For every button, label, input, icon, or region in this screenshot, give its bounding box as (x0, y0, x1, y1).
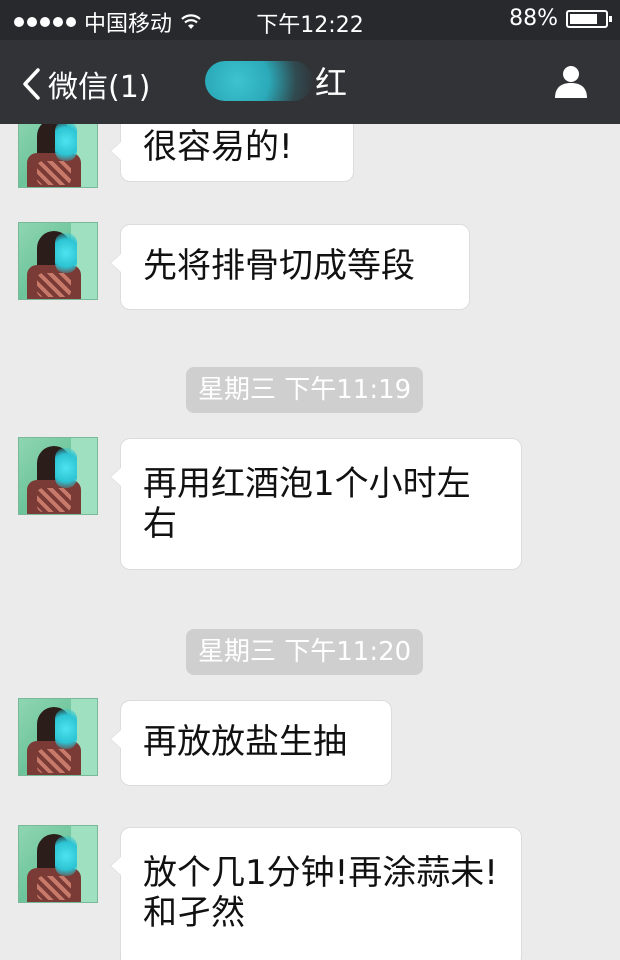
back-label: 微信(1) (48, 70, 151, 105)
redacted-name (205, 61, 313, 101)
timestamp-label: 星期三 下午11:20 (186, 629, 424, 675)
message-text: 再放放盐生抽 (143, 722, 347, 762)
message-text: 很容易的! (143, 127, 293, 167)
battery-percent: 88% (509, 6, 558, 31)
status-bar: 中国移动 下午12:22 88% (0, 0, 620, 40)
message-text: 再用红酒泡1个小时左右 (143, 464, 471, 544)
timestamp-label: 星期三 下午11:19 (186, 367, 424, 413)
message-bubble[interactable]: 再放放盐生抽 (110, 700, 392, 786)
navigation-bar: 微信(1) 红 (0, 40, 620, 124)
message-bubble[interactable]: 先将排骨切成等段 (110, 224, 470, 310)
message-bubble[interactable]: 再用红酒泡1个小时左右 (110, 438, 522, 570)
status-right: 88% (509, 6, 612, 31)
message-bubble[interactable]: 放个几1分钟!再涂蒜未!和孑然 (110, 827, 522, 960)
contact-avatar[interactable] (18, 825, 98, 903)
chat-title-text: 红 (315, 64, 348, 102)
message-text: 先将排骨切成等段 (143, 246, 415, 286)
contact-avatar[interactable] (18, 222, 98, 300)
chat-title: 红 (205, 58, 347, 104)
contact-avatar[interactable] (18, 437, 98, 515)
message-text: 放个几1分钟!再涂蒜未!和孑然 (143, 853, 498, 933)
chevron-left-icon (23, 68, 40, 100)
battery-icon (566, 9, 612, 28)
contact-avatar[interactable] (18, 698, 98, 776)
message-bubble[interactable]: 很容易的! (110, 124, 354, 182)
back-button[interactable]: 微信(1) (20, 62, 151, 106)
contact-avatar[interactable] (18, 124, 98, 188)
contact-profile-icon[interactable] (552, 62, 590, 100)
chat-messages[interactable]: 很容易的! 先将排骨切成等段 星期三 下午11:19 再用红酒泡1个小时左右 星… (0, 124, 620, 960)
